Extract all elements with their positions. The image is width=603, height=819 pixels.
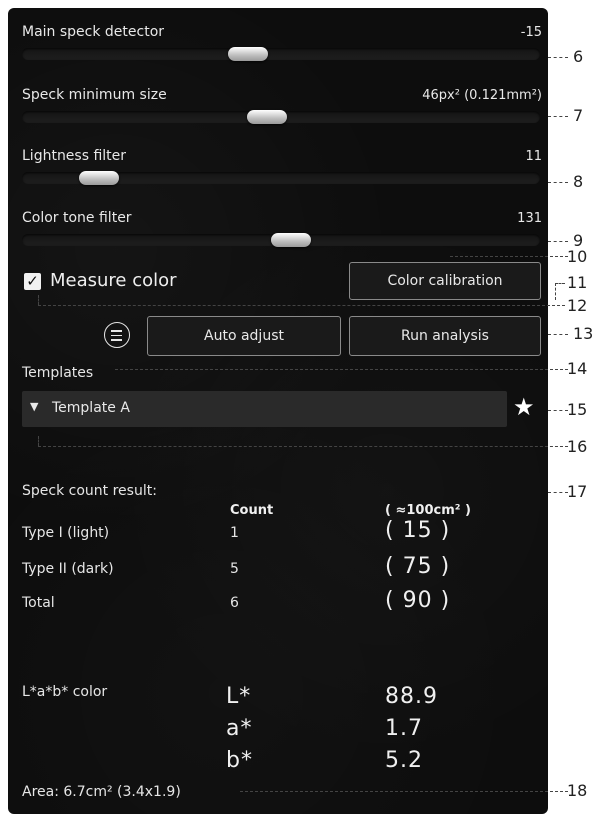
slider-value-main-speck-detector: -15 xyxy=(520,25,542,40)
callout-line-11 xyxy=(555,283,565,284)
result-row-scaled-total: ( 90 ) xyxy=(385,588,451,613)
lab-l-value: 88.9 xyxy=(385,684,438,709)
slider-value-speck-minimum-size: 46px² (0.121mm²) xyxy=(422,88,542,103)
measure-color-label: Measure color xyxy=(50,270,177,291)
callout-line-12-vertical xyxy=(38,295,39,305)
slider-label-speck-minimum-size: Speck minimum size xyxy=(22,87,167,103)
result-row-count-type-ii: 5 xyxy=(230,561,239,577)
callout-line-16 xyxy=(38,446,568,447)
lab-a-name: a* xyxy=(226,716,253,741)
callout-number-15: 15 xyxy=(567,400,588,419)
result-row-count-total: 6 xyxy=(230,595,239,611)
callout-number-8: 8 xyxy=(573,172,584,191)
template-selector[interactable]: ▼ Template A xyxy=(22,391,507,427)
slider-label-main-speck-detector: Main speck detector xyxy=(22,24,165,40)
callout-number-14: 14 xyxy=(567,359,588,378)
callout-number-7: 7 xyxy=(573,106,584,125)
slider-value-color-tone-filter: 131 xyxy=(517,211,542,226)
count-column-header: Count xyxy=(230,503,274,518)
color-calibration-button[interactable]: Color calibration xyxy=(349,262,541,300)
callout-number-13: 13 xyxy=(573,324,594,343)
slider-track-color-tone-filter[interactable] xyxy=(22,233,540,247)
callout-number-6: 6 xyxy=(573,47,584,66)
result-row-count-type-i: 1 xyxy=(230,525,239,541)
callout-line-13 xyxy=(548,334,568,335)
result-row-label-type-i: Type I (light) xyxy=(22,525,110,541)
callout-number-12: 12 xyxy=(567,296,588,315)
expand-triangle-icon: ▼ xyxy=(30,400,39,413)
lab-b-name: b* xyxy=(226,748,253,773)
result-row-label-total: Total xyxy=(22,595,55,611)
slider-label-lightness-filter: Lightness filter xyxy=(22,148,127,164)
lab-b-value: 5.2 xyxy=(385,748,423,773)
favorite-star-icon[interactable]: ★ xyxy=(513,393,535,421)
callout-line-15 xyxy=(548,410,568,411)
lab-l-name: L* xyxy=(226,684,252,709)
slider-track-main-speck-detector[interactable] xyxy=(22,47,540,61)
templates-heading: Templates xyxy=(22,365,94,381)
callout-number-17: 17 xyxy=(567,482,588,501)
callout-line-9 xyxy=(548,241,568,242)
callout-line-12 xyxy=(38,305,565,306)
callout-line-11-vertical xyxy=(555,283,556,300)
slider-thumb-main-speck-detector[interactable] xyxy=(228,47,268,61)
result-row-label-type-ii: Type II (dark) xyxy=(22,561,114,577)
speck-count-heading: Speck count result: xyxy=(22,483,157,499)
callout-number-11: 11 xyxy=(567,273,588,292)
lab-a-value: 1.7 xyxy=(385,716,423,741)
analysis-panel: Main speck detector -15 Speck minimum si… xyxy=(8,8,548,814)
result-row-scaled-type-ii: ( 75 ) xyxy=(385,554,451,579)
slider-label-color-tone-filter: Color tone filter xyxy=(22,210,132,226)
callout-line-7 xyxy=(548,116,568,117)
callout-line-14 xyxy=(115,369,568,370)
slider-value-lightness-filter: 11 xyxy=(525,149,542,164)
menu-icon[interactable] xyxy=(104,322,130,348)
slider-thumb-speck-minimum-size[interactable] xyxy=(247,110,287,124)
callout-number-16: 16 xyxy=(567,437,588,456)
auto-adjust-button[interactable]: Auto adjust xyxy=(147,316,341,356)
lab-color-label: L*a*b* color xyxy=(22,684,108,700)
area-column-header: ( ≈100cm² ) xyxy=(385,503,471,518)
measure-color-checkbox[interactable]: ✓ xyxy=(24,273,41,290)
callout-line-6 xyxy=(548,57,568,58)
callout-line-8 xyxy=(548,182,568,183)
callout-line-16-vertical xyxy=(38,436,39,446)
slider-thumb-lightness-filter[interactable] xyxy=(79,171,119,185)
template-selected-label: Template A xyxy=(52,400,130,416)
area-readout: Area: 6.7cm² (3.4x1.9) xyxy=(22,784,181,800)
run-analysis-button[interactable]: Run analysis xyxy=(349,316,541,356)
callout-number-10: 10 xyxy=(567,247,588,266)
callout-line-10 xyxy=(450,256,568,257)
slider-track-lightness-filter[interactable] xyxy=(22,171,540,185)
slider-thumb-color-tone-filter[interactable] xyxy=(271,233,311,247)
callout-number-18: 18 xyxy=(567,781,588,800)
callout-line-17 xyxy=(548,492,568,493)
slider-track-speck-minimum-size[interactable] xyxy=(22,110,540,124)
result-row-scaled-type-i: ( 15 ) xyxy=(385,518,451,543)
callout-line-18 xyxy=(240,791,568,792)
